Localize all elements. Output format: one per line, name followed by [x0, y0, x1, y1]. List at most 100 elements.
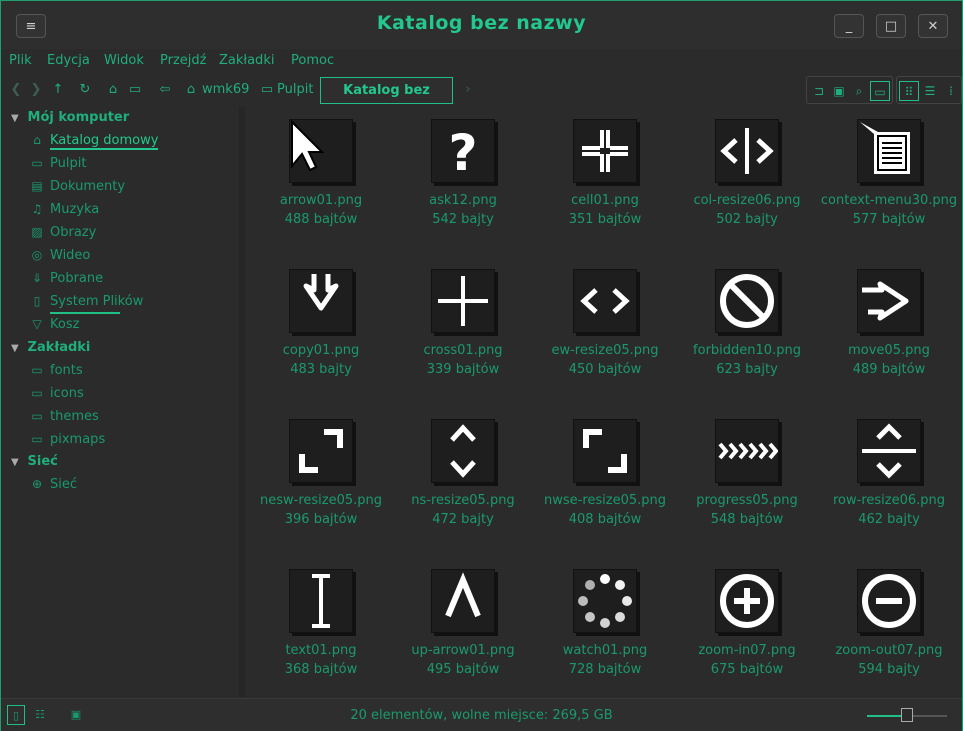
folder-icon: ▭	[31, 409, 43, 423]
breadcrumb-toggle-icon[interactable]: ⇦	[156, 81, 174, 99]
sidebar-item-downloads[interactable]: ⇓ Pobrane	[29, 271, 103, 291]
menu-go[interactable]: Przejdź	[160, 53, 206, 68]
back-icon[interactable]: ❮	[7, 81, 25, 99]
menu-file[interactable]: Plik	[9, 53, 32, 68]
preview-pane-icon[interactable]: ▭	[870, 81, 890, 101]
file-item[interactable]: row-resize06.png 462 bajty	[819, 419, 959, 529]
file-item[interactable]: arrow01.png 488 bajtów	[251, 119, 391, 229]
sidebar-item-home[interactable]: ⌂ Katalog domowy	[29, 133, 159, 153]
icon-view-icon[interactable]: ⠿	[899, 81, 919, 101]
computer-icon[interactable]: ▭	[126, 81, 144, 99]
menu-bookmarks[interactable]: Zakładki	[219, 53, 274, 68]
sidebar-item-desktop[interactable]: ▭ Pulpit	[29, 156, 86, 176]
menu-edit[interactable]: Edycja	[47, 53, 90, 68]
ew-resize-cursor-icon	[573, 269, 637, 333]
file-item[interactable]: copy01.png 483 bajty	[251, 269, 391, 379]
file-size: 472 bajty	[432, 512, 494, 527]
breadcrumb-desktop[interactable]: Pulpit	[277, 82, 313, 97]
list-view-icon[interactable]: ☰	[920, 81, 940, 101]
file-item[interactable]: zoom-out07.png 594 bajty	[819, 569, 959, 679]
file-item[interactable]: watch01.png 728 bajtów	[535, 569, 675, 679]
sidebar-section-bookmarks[interactable]: ▼ Zakładki	[11, 340, 90, 355]
file-item[interactable]: forbidden10.png 623 bajty	[677, 269, 817, 379]
window-title: Katalog bez nazwy	[376, 12, 587, 34]
file-item[interactable]: zoom-in07.png 675 bajtów	[677, 569, 817, 679]
file-size: 728 bajtów	[568, 662, 642, 677]
music-icon: ♫	[31, 202, 43, 216]
file-size: 495 bajtów	[426, 662, 500, 677]
file-item[interactable]: cross01.png 339 bajtów	[393, 269, 533, 379]
expand-triangle-icon[interactable]: ▼	[11, 113, 23, 124]
cell-cursor-icon	[573, 119, 637, 183]
expand-triangle-icon[interactable]: ▼	[11, 343, 23, 354]
file-item[interactable]: nwse-resize05.png 408 bajtów	[535, 419, 675, 529]
search-icon[interactable]: ⌕	[849, 81, 869, 101]
sidebar-item-videos[interactable]: ◎ Wideo	[29, 248, 91, 268]
sidebar-item-themes[interactable]: ▭ themes	[29, 409, 98, 429]
sidebar-item-icons[interactable]: ▭ icons	[29, 386, 83, 406]
file-name: progress05.png	[696, 493, 798, 508]
file-name: cell01.png	[571, 193, 639, 208]
desktop-crumb-icon: ▭	[260, 82, 274, 97]
file-size: 594 bajty	[858, 662, 920, 677]
close-button[interactable]: ✕	[918, 14, 948, 38]
file-item[interactable]: ew-resize05.png 450 bajtów	[535, 269, 675, 379]
sidebar-item-documents[interactable]: ▤ Dokumenty	[29, 179, 125, 199]
up-icon[interactable]: ↑	[49, 81, 67, 99]
forward-icon[interactable]: ❯	[27, 81, 45, 99]
sidebar-item-network[interactable]: ⊕ Sieć	[29, 477, 77, 497]
sidebar-item-trash[interactable]: ▽ Kosz	[29, 317, 79, 337]
desktop-icon: ▭	[31, 156, 43, 170]
col-resize-cursor-icon	[715, 119, 779, 183]
file-item[interactable]: ? ask12.png 542 bajty	[393, 119, 533, 229]
menu-help[interactable]: Pomoc	[291, 53, 334, 68]
documents-icon: ▤	[31, 179, 43, 193]
sidebar-item-music[interactable]: ♫ Muzyka	[29, 202, 100, 222]
zoom-slider-handle[interactable]	[901, 708, 913, 722]
sidebar-item-fonts[interactable]: ▭ fonts	[29, 363, 82, 383]
compact-view-icon[interactable]: ⁞	[941, 81, 961, 101]
terminal-icon[interactable]: ▣	[829, 81, 849, 101]
file-name: ew-resize05.png	[551, 343, 659, 358]
sidebar: ▼ Mój komputer ⌂ Katalog domowy ▭ Pulpit ▤…	[1, 107, 239, 697]
video-icon: ◎	[31, 248, 43, 262]
file-name: watch01.png	[562, 643, 648, 658]
sidebar-section-computer[interactable]: ▼ Mój komputer	[11, 110, 129, 125]
file-item[interactable]: move05.png 489 bajtów	[819, 269, 959, 379]
menu-view[interactable]: Widok	[104, 53, 144, 68]
reload-icon[interactable]: ↻	[76, 81, 94, 99]
up-arrow-cursor-icon	[431, 569, 495, 633]
sidebar-section-network[interactable]: ▼ Sieć	[11, 454, 58, 469]
file-item[interactable]: nesw-resize05.png 396 bajtów	[251, 419, 391, 529]
file-item[interactable]: context-menu30.png 577 bajtów	[819, 119, 959, 229]
maximize-button[interactable]: □	[876, 14, 906, 38]
file-item[interactable]: ns-resize05.png 472 bajty	[393, 419, 533, 529]
row-resize-cursor-icon	[857, 419, 921, 483]
expand-triangle-icon[interactable]: ▼	[11, 457, 23, 468]
zoom-slider[interactable]	[867, 708, 947, 722]
home-icon[interactable]: ⌂	[104, 81, 122, 99]
sidebar-item-pixmaps[interactable]: ▭ pixmaps	[29, 432, 105, 452]
pictures-icon: ▨	[31, 225, 43, 239]
folder-tree-icon[interactable]: ⊐	[809, 81, 829, 101]
file-name: zoom-in07.png	[698, 643, 796, 658]
breadcrumb-home[interactable]: wmk69	[202, 82, 249, 97]
file-item[interactable]: cell01.png 351 bajtów	[535, 119, 675, 229]
file-size: 396 bajtów	[284, 512, 358, 527]
breadcrumb-current[interactable]: Katalog bez nazwy	[320, 77, 453, 123]
zoom-in-cursor-icon	[715, 569, 779, 633]
toolbar: ❮ ❯ ↑ ↻ ⌂ ▭ ⇦ ⌂ wmk69 ▭ Pulpit Katalog b…	[1, 74, 962, 123]
file-size: 675 bajtów	[710, 662, 784, 677]
file-item[interactable]: progress05.png 548 bajtów	[677, 419, 817, 529]
file-size: 462 bajty	[858, 512, 920, 527]
minimize-button[interactable]: _	[834, 14, 864, 38]
file-name: up-arrow01.png	[411, 643, 515, 658]
file-item[interactable]: up-arrow01.png 495 bajtów	[393, 569, 533, 679]
file-size: 488 bajtów	[284, 212, 358, 227]
file-item[interactable]: col-resize06.png 502 bajty	[677, 119, 817, 229]
file-item[interactable]: text01.png 368 bajtów	[251, 569, 391, 679]
sidebar-item-filesystem[interactable]: ▯ System Plików	[29, 294, 144, 314]
breadcrumb-next-icon[interactable]: ›	[459, 81, 477, 99]
file-name: context-menu30.png	[820, 193, 958, 208]
sidebar-item-pictures[interactable]: ▨ Obrazy	[29, 225, 96, 245]
